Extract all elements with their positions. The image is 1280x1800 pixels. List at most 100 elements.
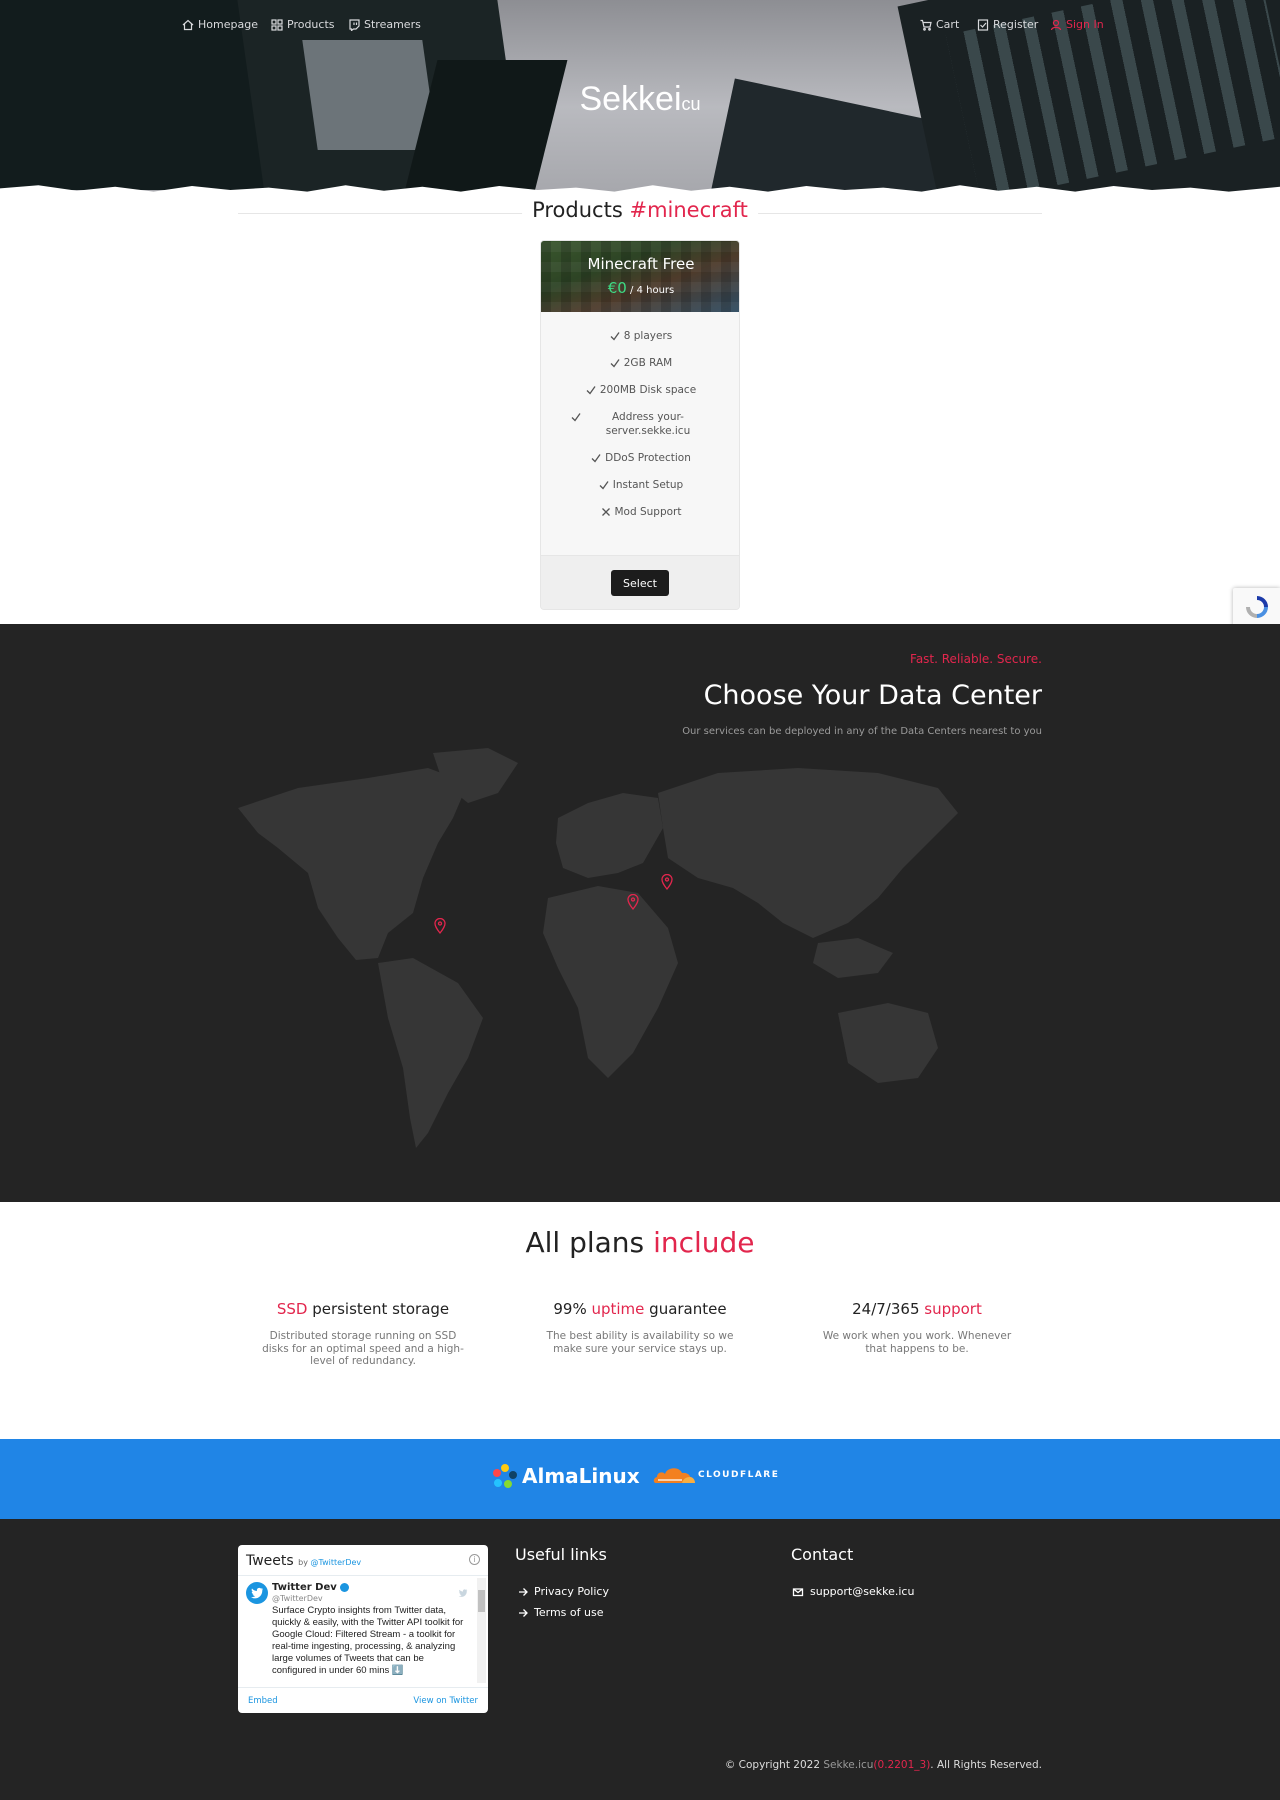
- mail-icon: [792, 1587, 804, 1596]
- price-period: / 4 hours: [630, 285, 675, 296]
- products-heading: Products #minecraft: [238, 198, 1042, 228]
- almalinux-icon: [493, 1464, 517, 1488]
- plans-title-accent: include: [653, 1226, 755, 1259]
- feature-heading-text: persistent storage: [307, 1300, 450, 1318]
- map-asia: [658, 768, 958, 938]
- product-title: Minecraft Free: [587, 255, 695, 273]
- feature-label: Address your-server.sekke.icu: [605, 411, 691, 437]
- twitter-widget-footer: Embed View on Twitter: [238, 1687, 488, 1713]
- check-icon: [610, 332, 620, 341]
- register-icon: [977, 18, 989, 31]
- products-tag: #minecraft: [629, 198, 748, 222]
- nav-register-label: Register: [993, 18, 1039, 31]
- avatar[interactable]: [246, 1582, 268, 1604]
- feature-heading-text: 99%: [553, 1300, 592, 1318]
- location-pin-icon: [661, 873, 673, 891]
- almalinux-text: AlmaLinux: [522, 1464, 640, 1488]
- plans-title-text: All plans: [525, 1226, 645, 1259]
- location-pin-icon: [434, 917, 446, 935]
- plan-feature-uptime: 99% uptime guarantee The best ability is…: [535, 1300, 745, 1355]
- nav-register[interactable]: Register: [977, 18, 1038, 31]
- twitter-handle-link[interactable]: @TwitterDev: [311, 1558, 362, 1567]
- home-icon: [182, 19, 194, 30]
- feature-item: Address your-server.sekke.icu: [541, 410, 739, 438]
- map-australia: [838, 1003, 938, 1083]
- feature-item: DDoS Protection: [541, 451, 739, 465]
- card-footer: Select: [541, 555, 739, 609]
- twitter-bird-icon: [458, 1589, 468, 1597]
- product-card: Minecraft Free €0 / 4 hours 8 players 2G…: [540, 240, 740, 610]
- brand-logo[interactable]: Sekkeicu: [0, 80, 1280, 119]
- nav-streamers[interactable]: Streamers: [348, 18, 421, 31]
- recaptcha-icon: [1246, 596, 1268, 618]
- feature-heading: SSD persistent storage: [258, 1300, 468, 1318]
- location-pin-icon: [627, 893, 639, 911]
- datacenter-section: Fast. Reliable. Secure. Choose Your Data…: [0, 624, 1280, 1202]
- feature-label: Instant Setup: [612, 479, 684, 491]
- check-icon: [586, 386, 596, 395]
- twitter-by-text: by: [298, 1558, 308, 1567]
- map-south-america: [378, 958, 483, 1148]
- twitch-icon: [349, 18, 360, 31]
- privacy-policy-link[interactable]: Privacy Policy: [518, 1585, 609, 1598]
- world-map: [238, 748, 958, 1148]
- feature-item: Mod Support: [541, 505, 739, 519]
- view-on-twitter-link[interactable]: View on Twitter: [413, 1696, 478, 1706]
- feature-label: Mod Support: [614, 506, 682, 518]
- arrow-right-icon: [519, 1587, 528, 1596]
- products-title-text: Products: [532, 198, 623, 222]
- nav-sign-in[interactable]: Sign In: [1050, 18, 1104, 31]
- map-pin-germany[interactable]: [661, 873, 673, 891]
- feature-heading: 24/7/365 support: [812, 1300, 1022, 1318]
- twitter-widget-title: Tweets: [246, 1553, 294, 1569]
- price-amount: €0: [607, 279, 627, 297]
- datacenter-subtitle: Our services can be deployed in any of t…: [682, 726, 1042, 737]
- cloudflare-text: CLOUDFLARE: [698, 1470, 780, 1480]
- almalinux-logo[interactable]: AlmaLinux: [492, 1463, 640, 1489]
- info-icon[interactable]: i: [469, 1554, 480, 1565]
- feature-description: The best ability is availability so we m…: [546, 1330, 734, 1355]
- nav-cart[interactable]: Cart: [920, 18, 959, 31]
- map-europe: [556, 793, 663, 878]
- twitter-logo-icon[interactable]: [458, 1583, 468, 1597]
- check-icon: [599, 481, 609, 490]
- plan-feature-support: 24/7/365 support We work when you work. …: [812, 1300, 1022, 1355]
- footer: Tweets by @TwitterDev i Twitter Dev @Twi…: [0, 1519, 1280, 1800]
- select-button[interactable]: Select: [611, 570, 669, 596]
- scrollbar-thumb[interactable]: [478, 1590, 485, 1612]
- copyright-site-link[interactable]: Sekke.icu: [823, 1759, 873, 1771]
- verified-badge-icon: [339, 1583, 349, 1592]
- useful-links-title: Useful links: [515, 1545, 607, 1564]
- twitter-widget-header: Tweets by @TwitterDev: [246, 1553, 361, 1569]
- map-southeast-asia: [813, 938, 893, 978]
- copyright: © Copyright 2022 Sekke.icu(0.2201_3). Al…: [725, 1759, 1042, 1771]
- feature-item: 2GB RAM: [541, 356, 739, 370]
- nav-homepage[interactable]: Homepage: [182, 18, 258, 31]
- cloudflare-cloud-icon: [653, 1468, 695, 1483]
- nav-homepage-label: Homepage: [198, 18, 258, 31]
- twitter-bird-icon: [251, 1587, 263, 1599]
- tweet-scrollbar[interactable]: [477, 1578, 486, 1683]
- grid-icon: [271, 18, 283, 31]
- map-pin-us-east[interactable]: [434, 917, 446, 935]
- divider: [238, 1575, 488, 1576]
- feature-description: We work when you work. Whenever that hap…: [822, 1330, 1012, 1355]
- terms-of-use-link[interactable]: Terms of use: [518, 1606, 603, 1619]
- nav-products[interactable]: Products: [271, 18, 335, 31]
- tweet-author[interactable]: Twitter Dev: [272, 1582, 349, 1593]
- twitter-timeline-widget[interactable]: Tweets by @TwitterDev i Twitter Dev @Twi…: [238, 1545, 488, 1713]
- feature-heading: 99% uptime guarantee: [535, 1300, 745, 1318]
- contact-email-link[interactable]: support@sekke.icu: [792, 1585, 914, 1598]
- privacy-policy-label: Privacy Policy: [534, 1585, 609, 1598]
- map-pin-france[interactable]: [627, 893, 639, 911]
- cloudflare-logo[interactable]: CLOUDFLARE: [652, 1463, 779, 1487]
- feature-item: 200MB Disk space: [541, 383, 739, 397]
- map-africa: [543, 886, 678, 1078]
- copyright-prefix: © Copyright 2022: [724, 1759, 824, 1771]
- product-price: €0 / 4 hours: [541, 279, 739, 297]
- nav-cart-label: Cart: [936, 18, 960, 31]
- feature-item: Instant Setup: [541, 478, 739, 492]
- embed-link[interactable]: Embed: [248, 1696, 278, 1706]
- tweet-username[interactable]: @TwitterDev: [272, 1594, 323, 1603]
- datacenter-kicker: Fast. Reliable. Secure.: [910, 652, 1042, 666]
